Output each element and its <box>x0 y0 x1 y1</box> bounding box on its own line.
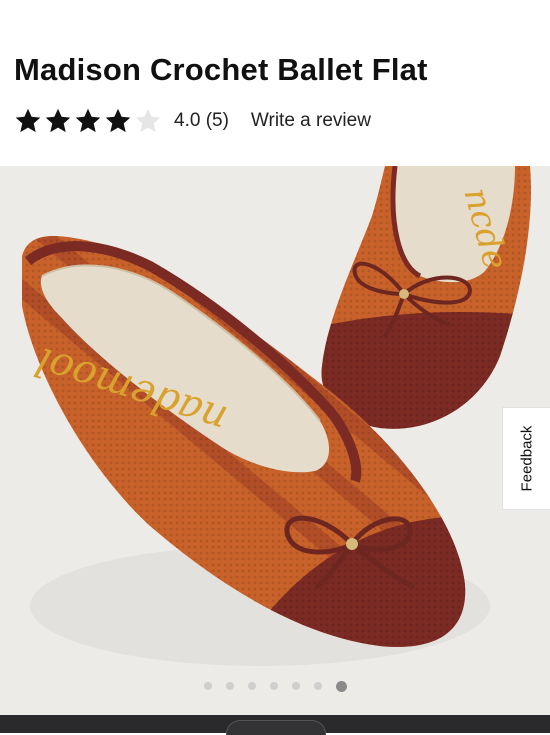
carousel-dot[interactable] <box>269 682 278 690</box>
carousel-dot[interactable] <box>247 682 256 690</box>
write-review-link[interactable]: Write a review <box>251 110 371 132</box>
carousel-dot-active[interactable] <box>335 680 347 692</box>
star-filled-icon <box>105 108 131 133</box>
carousel-dots[interactable] <box>0 680 550 692</box>
rating-summary: 4.0 (5) <box>174 110 229 131</box>
rating-row: 4.0 (5) Write a review <box>14 104 371 138</box>
feedback-tab[interactable]: Feedback <box>502 407 550 510</box>
star-filled-icon <box>45 108 71 133</box>
feedback-label: Feedback <box>518 425 535 492</box>
product-image[interactable]: ncde nademool <box>0 166 550 715</box>
bottom-toolbar <box>0 715 550 735</box>
star-empty-icon <box>135 108 161 133</box>
carousel-dot[interactable] <box>225 682 234 690</box>
star-filled-icon <box>15 108 41 133</box>
carousel-dot[interactable] <box>313 682 322 690</box>
product-title: Madison Crochet Ballet Flat <box>14 52 428 87</box>
carousel-dot[interactable] <box>291 682 300 690</box>
shoe-image: ncde nademool <box>0 166 550 715</box>
star-rating[interactable] <box>14 107 162 135</box>
star-filled-icon <box>75 108 101 133</box>
carousel-dot[interactable] <box>203 682 212 690</box>
